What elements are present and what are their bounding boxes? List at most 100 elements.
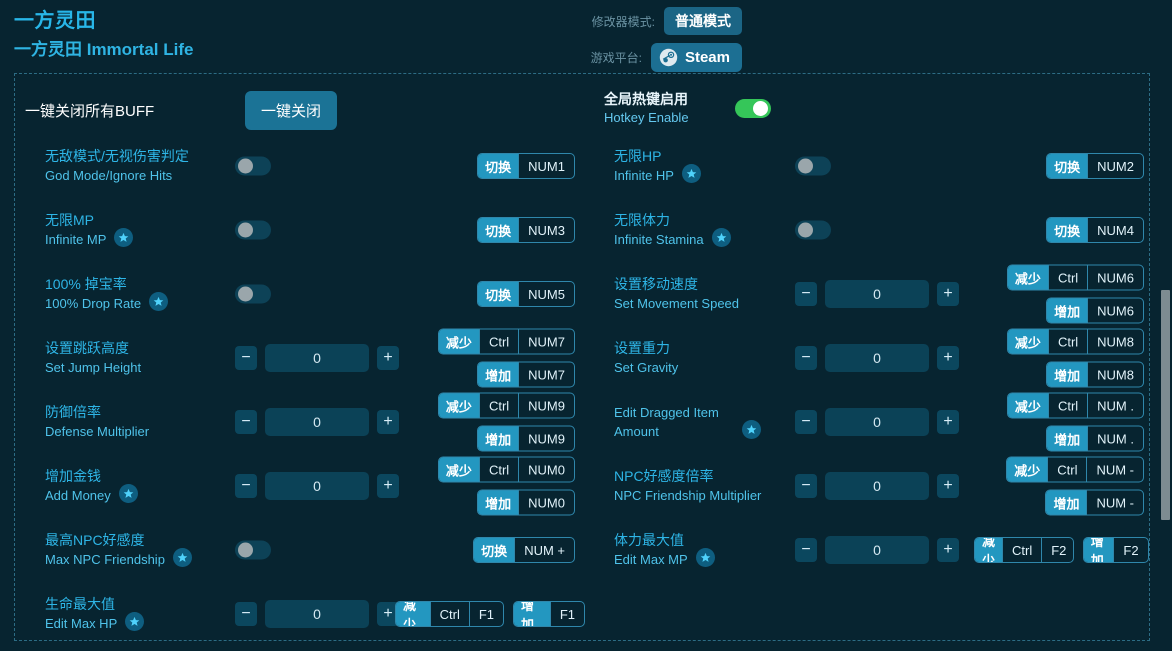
hotkey-chip[interactable]: 切换 NUM3 xyxy=(477,217,575,243)
hotkey-chip[interactable]: 增加 NUM0 xyxy=(477,489,575,516)
hotkey-chip[interactable]: 增加 NUM6 xyxy=(1046,297,1144,324)
hotkey-chip[interactable]: 增加 NUM8 xyxy=(1046,361,1144,388)
hotkey-group: 减少 Ctrl NUM . 增加 NUM . xyxy=(1004,392,1144,452)
hotkey-key-label: Ctrl xyxy=(478,393,518,418)
hotkey-chip[interactable]: 切换 NUM2 xyxy=(1046,153,1144,179)
hotkey-key-label: Ctrl xyxy=(429,602,469,626)
hotkey-chip[interactable]: 减少 Ctrl NUM7 xyxy=(437,328,575,355)
decrement-button[interactable]: − xyxy=(795,346,817,370)
cheat-label-cn: 无限MP xyxy=(45,212,94,228)
decrement-button[interactable]: − xyxy=(235,474,257,498)
hotkey-key-label: NUM3 xyxy=(518,218,574,242)
value-input[interactable] xyxy=(825,408,929,436)
hotkey-chip[interactable]: 切换 NUM + xyxy=(473,537,575,563)
page-subtitle: 一方灵田 Immortal Life xyxy=(14,40,194,59)
hotkey-chip[interactable]: 减少 Ctrl NUM9 xyxy=(437,392,575,419)
hotkey-chip[interactable]: 增加 NUM7 xyxy=(477,361,575,388)
value-input[interactable] xyxy=(265,472,369,500)
hotkey-key-label: NUM0 xyxy=(518,490,574,515)
hotkey-chip[interactable]: 增加 NUM . xyxy=(1046,425,1144,452)
cheat-toggle[interactable] xyxy=(235,220,271,240)
cheat-toggle[interactable] xyxy=(235,284,271,304)
hotkey-chip[interactable]: 减少 Ctrl F1 xyxy=(395,601,504,627)
hotkey-chip[interactable]: 增加 NUM9 xyxy=(477,425,575,452)
game-platform-button[interactable]: Steam xyxy=(650,42,742,72)
decrement-button[interactable]: − xyxy=(235,410,257,434)
cheat-label-en: Infinite MP xyxy=(45,232,107,247)
cheat-label-texts: 100% 掉宝率 100% Drop Rate xyxy=(45,275,141,313)
cheat-control xyxy=(235,156,271,176)
hotkey-key-label: NUM + xyxy=(514,538,574,562)
value-input[interactable] xyxy=(265,408,369,436)
increment-button[interactable]: + xyxy=(937,346,959,370)
value-input[interactable] xyxy=(265,344,369,372)
toggle-knob xyxy=(798,158,813,174)
value-stepper: −+ xyxy=(795,536,959,564)
cheat-row: 设置重力Set Gravity − + 减少CtrlNUM8 增加NUM8 xyxy=(594,326,1144,390)
value-input[interactable] xyxy=(265,600,369,628)
decrement-button[interactable]: − xyxy=(795,410,817,434)
hotkey-chip[interactable]: 减少 Ctrl NUM . xyxy=(1006,392,1144,419)
hotkey-key-label: NUM8 xyxy=(1087,329,1143,354)
game-platform-row: 游戏平台: Steam xyxy=(562,42,742,72)
cheat-control: −+ xyxy=(235,408,399,436)
cheat-label-texts: 设置重力 Set Gravity xyxy=(614,339,678,377)
trainer-mode-button[interactable]: 普通模式 xyxy=(664,7,742,35)
hotkey-chip[interactable]: 增加 F1 xyxy=(513,601,585,627)
decrement-button[interactable]: − xyxy=(235,346,257,370)
hotkey-chip[interactable]: 切换 NUM4 xyxy=(1046,217,1144,243)
hotkey-chip[interactable]: 减少 Ctrl NUM8 xyxy=(1006,328,1144,355)
hotkey-group: 减少 Ctrl F2 增加 F2 xyxy=(974,537,1149,563)
cheat-toggle[interactable] xyxy=(795,156,831,176)
value-input[interactable] xyxy=(825,472,929,500)
hotkey-chip[interactable]: 切换 NUM1 xyxy=(477,153,575,179)
increment-button[interactable]: + xyxy=(937,474,959,498)
cheat-toggle[interactable] xyxy=(795,220,831,240)
increment-button[interactable]: + xyxy=(937,538,959,562)
value-input[interactable] xyxy=(825,536,929,564)
increment-button[interactable]: + xyxy=(377,474,399,498)
disable-all-buffs-button[interactable]: 一键关闭 xyxy=(245,90,338,130)
increment-button[interactable]: + xyxy=(377,346,399,370)
hotkey-key-label: NUM6 xyxy=(1087,265,1143,290)
hotkey-chip[interactable]: 增加 NUM - xyxy=(1045,489,1144,516)
decrement-button[interactable]: − xyxy=(795,474,817,498)
cheat-label-en: NPC Friendship Multiplier xyxy=(614,488,762,503)
value-stepper: −+ xyxy=(235,344,399,372)
cheat-label: NPC好感度倍率 NPC Friendship Multiplier xyxy=(614,467,761,505)
increment-button[interactable]: + xyxy=(937,410,959,434)
cheat-toggle[interactable] xyxy=(235,540,271,560)
hotkey-enable-toggle[interactable] xyxy=(734,99,771,118)
value-input[interactable] xyxy=(825,280,929,308)
hotkey-action-label: 减少 xyxy=(1007,457,1048,482)
hotkey-chip[interactable]: 减少 Ctrl NUM0 xyxy=(437,456,575,483)
hotkey-chip[interactable]: 切换 NUM5 xyxy=(477,281,575,307)
hotkey-key-label: NUM1 xyxy=(518,154,574,178)
cheat-control xyxy=(235,540,271,560)
hotkey-group: 切换 NUM + xyxy=(425,537,575,563)
hotkey-chip[interactable]: 减少 Ctrl F2 xyxy=(974,537,1074,563)
decrement-button[interactable]: − xyxy=(795,282,817,306)
increment-button[interactable]: + xyxy=(937,282,959,306)
decrement-button[interactable]: − xyxy=(235,602,257,626)
cheat-toggle[interactable] xyxy=(235,156,271,176)
hotkey-action-label: 切换 xyxy=(474,538,515,562)
hotkey-chip[interactable]: 增加 F2 xyxy=(1082,537,1149,563)
cheat-label-en: Edit Dragged Item Amount xyxy=(614,405,719,439)
hotkey-chip[interactable]: 减少 Ctrl NUM - xyxy=(1006,456,1144,483)
increment-button[interactable]: + xyxy=(377,410,399,434)
hotkey-chip[interactable]: 减少 Ctrl NUM6 xyxy=(1006,264,1144,291)
cheat-label-texts: 无限HP Infinite HP xyxy=(614,147,674,185)
cheat-control xyxy=(235,220,271,240)
cheat-control xyxy=(235,284,271,304)
hotkey-action-label: 切换 xyxy=(478,218,519,242)
scrollbar-thumb[interactable] xyxy=(1161,290,1170,520)
cheat-label-en: 100% Drop Rate xyxy=(45,296,142,311)
cheat-label-texts: 无限体力 Infinite Stamina xyxy=(614,211,704,249)
cheat-control: −+ xyxy=(235,472,399,500)
cheat-row: 防御倍率Defense Multiplier−+减少CtrlNUM9增加NUM9 xyxy=(25,390,585,454)
value-input[interactable] xyxy=(825,344,929,372)
decrement-button[interactable]: − xyxy=(795,538,817,562)
star-badge-icon xyxy=(681,164,701,183)
page-scrollbar[interactable] xyxy=(1161,0,1170,651)
